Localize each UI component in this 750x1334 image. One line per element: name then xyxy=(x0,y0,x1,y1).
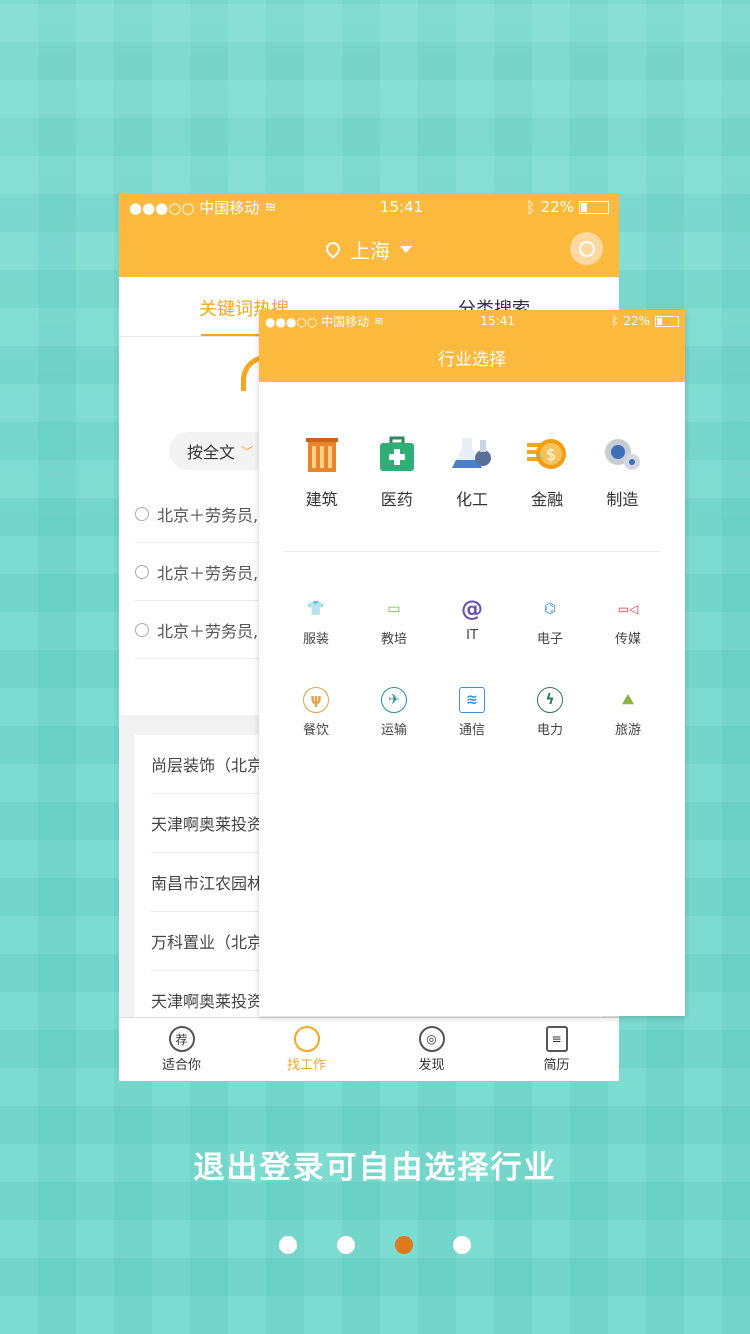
industry-label: 化工 xyxy=(455,490,488,509)
industry-catering[interactable]: ψ 餐饮 xyxy=(286,687,346,738)
page-title: 行业选择 xyxy=(259,332,685,382)
time: 15:41 xyxy=(480,314,515,328)
city-selector[interactable]: 上海 xyxy=(323,235,412,264)
carrier: ●●●○○ 中国移动 xyxy=(265,314,370,329)
industry-label: IT xyxy=(466,628,478,643)
industry-chemical[interactable]: 化工 xyxy=(442,434,502,551)
industry-label: 餐饮 xyxy=(302,723,329,738)
bluetooth-icon: ᛒ xyxy=(526,197,536,217)
search-icon xyxy=(293,1026,320,1052)
tab-label: 适合你 xyxy=(161,1058,201,1073)
search-mode-label: 按全文 xyxy=(187,443,236,462)
lightning-icon: ϟ xyxy=(537,687,563,713)
minor-industries-row1: 👕 服装 ▭ 教培 @ IT ⌬ 电子 ▭◁ 传媒 xyxy=(259,596,685,648)
wifi-icon: ≋ xyxy=(374,314,385,328)
rss-icon: ≋ xyxy=(459,687,485,713)
book-icon: ▭ xyxy=(387,601,401,617)
airplane-icon: ✈ xyxy=(381,687,407,713)
bottom-tab-bar: 荐适合你 找工作 ◎ 发现 ≡ 简历 xyxy=(119,1017,619,1081)
industry-it[interactable]: @ IT xyxy=(442,596,502,647)
page-dot[interactable] xyxy=(279,1236,297,1254)
share-nodes-icon: ⌬ xyxy=(543,601,557,617)
page-indicator xyxy=(0,1236,750,1254)
minor-industries-row2: ψ 餐饮 ✈ 运输 ≋ 通信 ϟ 电力 ⛰ 旅游 xyxy=(259,687,685,738)
coin-icon: $ xyxy=(527,434,567,474)
industry-label: 教培 xyxy=(380,632,407,647)
tab-label: 找工作 xyxy=(286,1058,326,1073)
industry-tourism[interactable]: ⛰ 旅游 xyxy=(598,687,658,738)
battery-text: 22% xyxy=(623,314,650,328)
clock-icon xyxy=(135,564,149,579)
industry-transport[interactable]: ✈ 运输 xyxy=(364,687,424,738)
industry-apparel[interactable]: 👕 服装 xyxy=(286,596,346,647)
industry-construction[interactable]: 建筑 xyxy=(292,434,352,551)
compass-icon: ◎ xyxy=(418,1026,445,1052)
battery-icon xyxy=(578,200,609,214)
user-icon xyxy=(578,240,595,257)
page-dot[interactable] xyxy=(453,1236,471,1254)
carrier: ●●●○○ 中国移动 xyxy=(129,198,260,217)
industry-label: 通信 xyxy=(458,723,485,738)
industry-telecom[interactable]: ≋ 通信 xyxy=(442,687,502,738)
tab-resume[interactable]: ≡ 简历 xyxy=(494,1018,619,1081)
tab-label: 简历 xyxy=(543,1058,570,1073)
time: 15:41 xyxy=(379,198,424,216)
document-icon: ≡ xyxy=(545,1026,568,1052)
clock-icon xyxy=(135,506,149,521)
industry-manufacturing[interactable]: 制造 xyxy=(592,434,652,551)
chevron-down-icon: ﹀ xyxy=(241,444,254,459)
tab-label: 发现 xyxy=(418,1058,445,1073)
front-screen: ●●●○○ 中国移动 ≋ 15:41 ᛒ 22% 行业选择 建筑 医药 化工 $ xyxy=(259,310,685,1016)
industry-label: 服装 xyxy=(302,632,329,647)
industry-label: 金融 xyxy=(531,490,564,509)
chevron-down-icon xyxy=(400,245,412,253)
history-text: 北京＋劳务员, xyxy=(157,505,259,525)
tab-discover[interactable]: ◎ 发现 xyxy=(369,1018,494,1081)
user-avatar-button[interactable] xyxy=(570,232,603,265)
industry-finance[interactable]: $ 金融 xyxy=(517,434,577,551)
industry-label: 运输 xyxy=(380,723,407,738)
city-name: 上海 xyxy=(350,238,390,263)
status-bar: ●●●○○ 中国移动 ≋ 15:41 ᛒ 22% xyxy=(119,193,619,221)
tab-find-job[interactable]: 找工作 xyxy=(244,1018,369,1081)
page-dot-active[interactable] xyxy=(395,1236,413,1254)
tab-recommend[interactable]: 荐适合你 xyxy=(119,1018,244,1081)
industry-label: 建筑 xyxy=(305,490,338,509)
status-bar: ●●●○○ 中国移动 ≋ 15:41 ᛒ 22% xyxy=(259,310,685,332)
at-icon: @ xyxy=(461,596,483,622)
industry-label: 电力 xyxy=(536,723,563,738)
flask-icon xyxy=(451,434,492,474)
caption: 退出登录可自由选择行业 xyxy=(193,1150,557,1186)
location-pin-icon xyxy=(323,239,343,259)
industry-medicine[interactable]: 医药 xyxy=(367,434,427,551)
industry-label: 电子 xyxy=(536,632,563,647)
shirt-icon: 👕 xyxy=(307,601,325,617)
wifi-icon: ≋ xyxy=(264,198,277,216)
industry-label: 传媒 xyxy=(614,632,641,647)
industry-label: 制造 xyxy=(606,490,639,509)
fork-knife-icon: ψ xyxy=(303,687,329,713)
clock-icon xyxy=(135,622,149,637)
industry-media[interactable]: ▭◁ 传媒 xyxy=(598,596,658,647)
history-text: 北京＋劳务员, xyxy=(157,621,259,641)
video-camera-icon: ▭◁ xyxy=(617,602,639,616)
gear-icon xyxy=(602,434,642,474)
medkit-icon xyxy=(377,434,417,474)
major-industries: 建筑 医药 化工 $ 金融 制造 xyxy=(284,382,660,552)
industry-electronics[interactable]: ⌬ 电子 xyxy=(520,596,580,647)
industry-power[interactable]: ϟ 电力 xyxy=(520,687,580,738)
industry-label: 医药 xyxy=(380,490,413,509)
nav-bar: 上海 xyxy=(119,221,619,277)
bluetooth-icon: ᛒ xyxy=(611,314,619,328)
recommend-icon: 荐 xyxy=(168,1026,195,1052)
mountain-icon: ⛰ xyxy=(622,692,634,708)
industry-education[interactable]: ▭ 教培 xyxy=(364,596,424,647)
building-icon xyxy=(302,434,342,474)
page-dot[interactable] xyxy=(337,1236,355,1254)
battery-icon xyxy=(654,315,679,327)
history-text: 北京＋劳务员, xyxy=(157,563,259,583)
battery-text: 22% xyxy=(540,198,574,216)
svg-text:$: $ xyxy=(546,445,556,464)
industry-label: 旅游 xyxy=(614,723,641,738)
